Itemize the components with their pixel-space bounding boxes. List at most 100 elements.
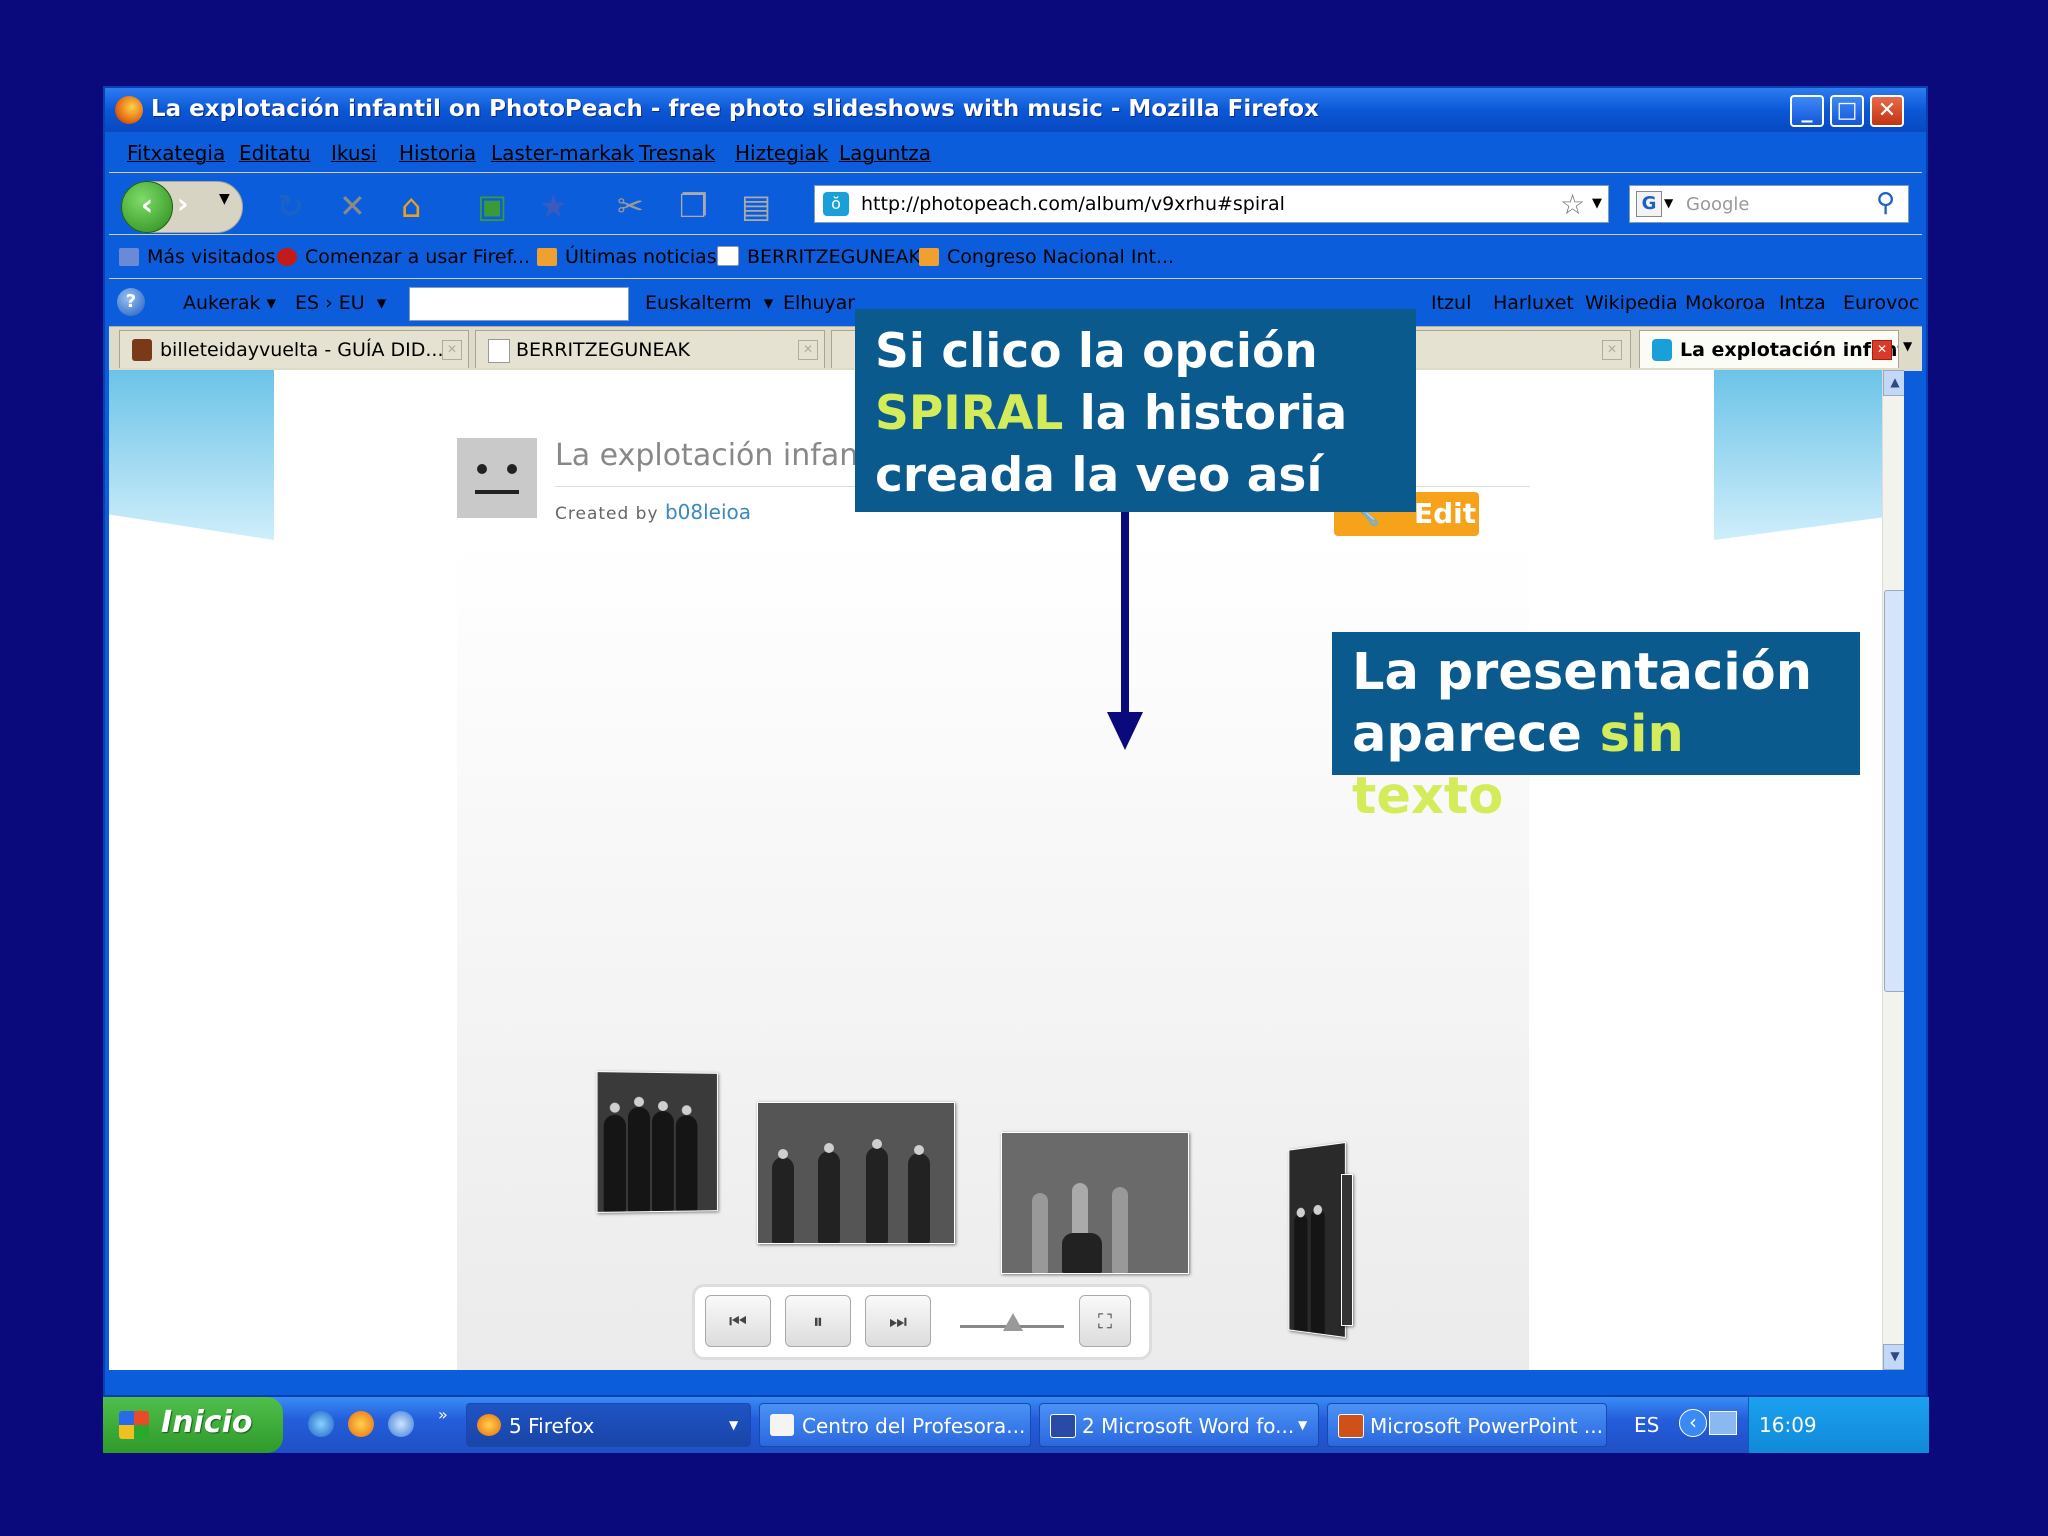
minimize-button[interactable]: _ <box>1790 95 1824 127</box>
intza-link[interactable]: Intza <box>1779 292 1826 314</box>
scroll-thumb[interactable] <box>1884 590 1904 992</box>
title-bar[interactable]: La explotación infantil on PhotoPeach - … <box>105 88 1926 132</box>
url-text[interactable]: http://photopeach.com/album/v9xrhu#spira… <box>861 193 1285 215</box>
eurovoc-link[interactable]: Eurovoc <box>1843 292 1919 314</box>
language-indicator[interactable]: ES <box>1634 1413 1659 1437</box>
more-quicklaunch-icon[interactable]: » <box>438 1405 448 1424</box>
bookmark-mas-visitados[interactable]: Más visitados <box>119 246 275 268</box>
slide-photo[interactable] <box>1288 1141 1346 1339</box>
menu-bar: Fitxategia Editatu Ikusi Historia Laster… <box>109 132 1922 172</box>
menu-fitxategia[interactable]: Fitxategia <box>127 141 225 165</box>
stop-icon[interactable]: ✕ <box>339 187 366 225</box>
vertical-scrollbar[interactable]: ▲ ▼ <box>1882 370 1904 1370</box>
bookmarks-icon[interactable]: ★ <box>539 187 568 225</box>
itzul-link[interactable]: Itzul <box>1431 292 1471 314</box>
new-bookmark-icon[interactable]: ▣ <box>477 187 507 225</box>
tab-la-explotacion[interactable]: La explotación infantil o... ✕ <box>1639 330 1899 368</box>
google-engine-icon[interactable]: G <box>1636 191 1662 217</box>
reload-icon[interactable]: ↻ <box>277 187 304 225</box>
bookmark-berritzeguneak[interactable]: BERRITZEGUNEAK <box>717 246 921 268</box>
copy-icon[interactable]: ❐ <box>679 187 708 225</box>
page-content: La explotación infan Created by b08leioa… <box>109 370 1904 1370</box>
harluxet-link[interactable]: Harluxet <box>1493 292 1574 314</box>
start-button[interactable]: Inicio <box>103 1397 283 1453</box>
home-icon[interactable]: ⌂ <box>401 187 421 225</box>
engine-dropdown-icon[interactable]: ▼ <box>1664 196 1673 210</box>
aukerak-menu[interactable]: Aukerak ▾ <box>183 292 276 314</box>
internet-explorer-icon[interactable] <box>308 1411 334 1437</box>
firefox-icon <box>115 96 143 124</box>
zoom-slider-handle[interactable] <box>1003 1313 1023 1331</box>
rss-icon <box>537 248 557 266</box>
url-bar[interactable]: ŏ http://photopeach.com/album/v9xrhu#spi… <box>814 185 1609 223</box>
next-icon[interactable]: ⏭ <box>865 1295 931 1347</box>
elhuyar-link[interactable]: Elhuyar <box>783 292 855 314</box>
dictionary-input[interactable] <box>409 287 629 321</box>
previous-icon[interactable]: ⏮ <box>705 1295 771 1347</box>
tab-close-icon[interactable]: ✕ <box>1872 340 1892 360</box>
navigation-toolbar: ‹ › ▼ ↻ ✕ ⌂ ▣ ★ ✂ ❐ ▤ ŏ http://photopeac… <box>109 172 1922 235</box>
tab-close-icon[interactable]: ✕ <box>442 340 462 360</box>
menu-historia[interactable]: Historia <box>399 141 476 165</box>
search-box[interactable]: G ▼ Google ⚲ <box>1629 185 1909 223</box>
group-dropdown-icon[interactable]: ▼ <box>1298 1418 1307 1432</box>
language-select[interactable]: ES › EU ▾ <box>295 292 386 314</box>
menu-hiztegiak[interactable]: Hiztegiak <box>735 141 828 165</box>
help-icon[interactable]: ? <box>117 288 145 316</box>
close-button[interactable]: ✕ <box>1870 95 1904 127</box>
photopeach-favicon-icon <box>1652 339 1672 361</box>
search-input[interactable]: Google <box>1686 194 1749 215</box>
bookmark-congreso[interactable]: Congreso Nacional Int... <box>919 246 1174 268</box>
bookmark-comenzar[interactable]: Comenzar a usar Firef... <box>277 246 530 268</box>
menu-laguntza[interactable]: Laguntza <box>839 141 931 165</box>
tab-berritzeguneak[interactable]: BERRITZEGUNEAK ✕ <box>475 330 825 368</box>
window-title: La explotación infantil on PhotoPeach - … <box>151 96 1319 122</box>
quicklaunch-icon[interactable] <box>388 1411 414 1437</box>
slide-photo[interactable] <box>596 1071 718 1213</box>
slide-photo[interactable] <box>1341 1174 1353 1326</box>
bookmark-ultimas-noticias[interactable]: Últimas noticias <box>537 246 717 268</box>
callout-sin-texto: La presentación aparece sin texto <box>1332 632 1860 826</box>
slide-photo[interactable] <box>757 1102 955 1244</box>
cut-icon[interactable]: ✂ <box>617 187 644 225</box>
task-firefox[interactable]: 5 Firefox ▼ <box>466 1403 751 1447</box>
task-centro-profesorado[interactable]: Centro del Profesora... <box>759 1403 1031 1447</box>
avatar[interactable] <box>457 438 537 518</box>
network-icon[interactable] <box>1709 1411 1737 1435</box>
forward-arrow-icon[interactable]: › <box>177 187 189 220</box>
euskalterm-link[interactable]: Euskalterm ▾ <box>645 292 773 314</box>
favicon-icon <box>132 339 152 361</box>
bookmarks-toolbar: Más visitados Comenzar a usar Firef... Ú… <box>109 234 1922 279</box>
tab-close-icon[interactable]: ✕ <box>1602 340 1622 360</box>
group-dropdown-icon[interactable]: ▼ <box>729 1418 738 1432</box>
bookmark-star-icon[interactable]: ☆ <box>1560 188 1585 221</box>
menu-tresnak[interactable]: Tresnak <box>639 141 715 165</box>
callout-arrow <box>1121 512 1129 717</box>
firefox-icon[interactable] <box>348 1411 374 1437</box>
scroll-up-icon[interactable]: ▲ <box>1883 370 1904 396</box>
tab-billeteidayvuelta[interactable]: billeteidayvuelta - GUÍA DID... ✕ <box>119 330 469 368</box>
menu-laster-markak[interactable]: Laster-markak <box>491 141 634 165</box>
slide-photo[interactable] <box>1001 1132 1189 1274</box>
callout-spiral: Si clico la opción SPIRAL la historia cr… <box>855 309 1416 512</box>
task-microsoft-word[interactable]: 2 Microsoft Word fo... ▼ <box>1039 1403 1319 1447</box>
menu-ikusi[interactable]: Ikusi <box>331 141 377 165</box>
mokoroa-link[interactable]: Mokoroa <box>1685 292 1766 314</box>
tab-close-icon[interactable]: ✕ <box>798 340 818 360</box>
search-icon[interactable]: ⚲ <box>1876 188 1895 218</box>
pause-icon[interactable]: ⏸ <box>785 1295 851 1347</box>
tab-list-icon[interactable]: ▼ <box>1903 339 1912 353</box>
scroll-down-icon[interactable]: ▼ <box>1883 1344 1904 1370</box>
url-dropdown-icon[interactable]: ▼ <box>1592 196 1602 211</box>
paste-icon[interactable]: ▤ <box>741 187 771 225</box>
menu-editatu[interactable]: Editatu <box>239 141 311 165</box>
wikipedia-link[interactable]: Wikipedia <box>1585 292 1678 314</box>
author-link[interactable]: b08leioa <box>665 500 751 524</box>
word-icon <box>1050 1414 1076 1438</box>
history-dropdown-icon[interactable]: ▼ <box>219 191 230 207</box>
task-microsoft-powerpoint[interactable]: Microsoft PowerPoint ... <box>1327 1403 1607 1447</box>
maximize-button[interactable]: □ <box>1830 95 1864 127</box>
tray-expand-icon[interactable]: ‹ <box>1679 1409 1707 1437</box>
fullscreen-icon[interactable]: ⛶ <box>1079 1295 1131 1347</box>
back-arrow-icon[interactable]: ‹ <box>121 181 173 233</box>
